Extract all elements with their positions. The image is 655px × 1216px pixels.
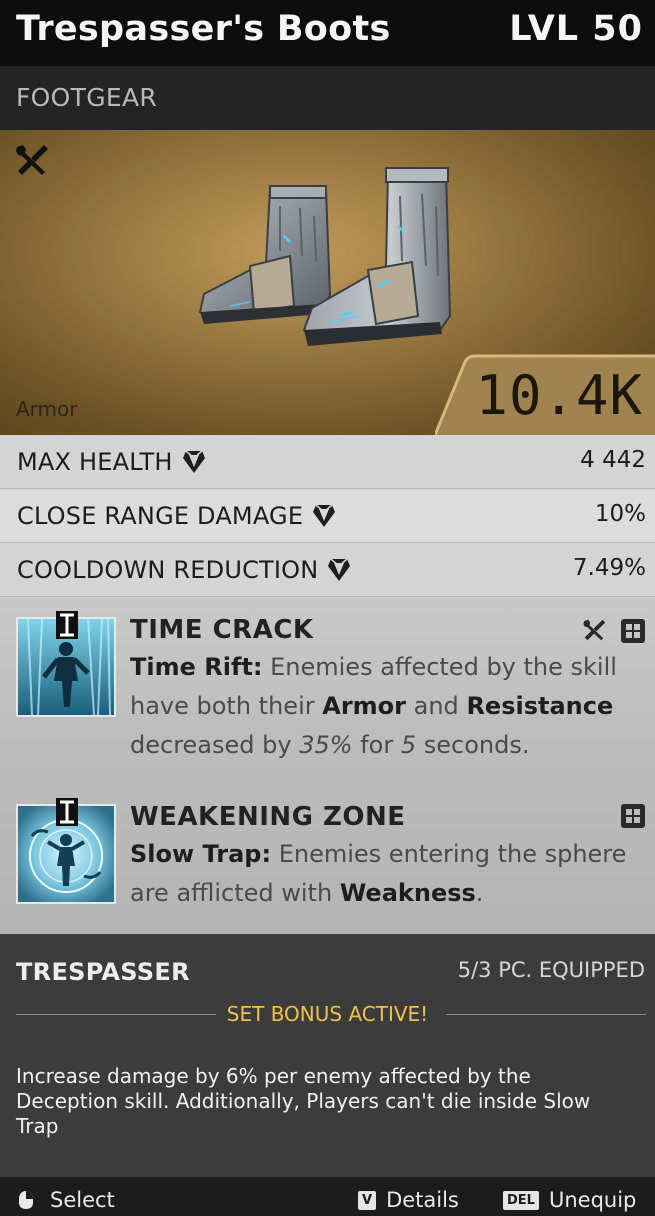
- stat-value: 4 442: [580, 447, 646, 473]
- stat-value: 7.49%: [572, 555, 646, 581]
- stat-row-cooldown-reduction[interactable]: COOLDOWN REDUCTION 7.49%: [0, 543, 655, 597]
- select-action[interactable]: Select: [16, 1188, 115, 1212]
- tier-one-icon: [56, 611, 78, 639]
- details-label: Details: [386, 1188, 459, 1212]
- unequip-action[interactable]: DEL Unequip: [503, 1188, 636, 1212]
- skill-mod-time-crack[interactable]: TIME CRACK Time Rift: Enemies affected b…: [0, 611, 655, 765]
- gem-icon: [328, 558, 351, 581]
- unequip-label: Unequip: [548, 1188, 637, 1212]
- set-equipped-count: 5/3 PC. EQUIPPED: [457, 958, 645, 982]
- armor-label: Armor: [16, 397, 78, 421]
- set-bonus-description: Increase damage by 6% per enemy affected…: [16, 1064, 591, 1138]
- set-name: TRESPASSER: [16, 958, 190, 986]
- item-level: LVL 50: [509, 9, 643, 49]
- stats-list: MAX HEALTH 4 442 CLOSE RANGE DAMAGE 10% …: [0, 435, 655, 597]
- boots-image: [198, 167, 452, 346]
- stat-row-close-range-damage[interactable]: CLOSE RANGE DAMAGE 10%: [0, 489, 655, 543]
- stat-label: COOLDOWN REDUCTION: [17, 554, 352, 584]
- item-category: FOOTGEAR: [16, 83, 158, 112]
- stat-label: CLOSE RANGE DAMAGE: [17, 500, 337, 530]
- skill-description: Time Rift: Enemies affected by the skill…: [130, 653, 617, 759]
- del-key: DEL: [503, 1191, 539, 1210]
- item-preview: Armor 10.4K: [0, 130, 655, 435]
- item-name: Trespasser's Boots: [16, 9, 391, 49]
- item-header: Trespasser's Boots LVL 50: [0, 0, 655, 66]
- tier-one-icon: [56, 798, 78, 826]
- grid-icon: [621, 804, 645, 828]
- skill-tags: [613, 804, 645, 832]
- stat-value: 10%: [594, 501, 646, 527]
- v-key: V: [358, 1191, 377, 1210]
- details-action[interactable]: V Details: [358, 1188, 459, 1212]
- skill-name: TIME CRACK: [130, 615, 314, 645]
- mouse-icon: [19, 1191, 33, 1209]
- grid-icon: [621, 619, 645, 643]
- skill-name: WEAKENING ZONE: [130, 802, 406, 832]
- skill-tags: [574, 617, 645, 647]
- stat-label: MAX HEALTH: [17, 446, 207, 476]
- skill-description: Slow Trap: Enemies entering the sphere a…: [130, 840, 627, 907]
- wrench-icon: [583, 619, 606, 641]
- set-bonus-panel: TRESPASSER 5/3 PC. EQUIPPED SET BONUS AC…: [0, 934, 655, 1177]
- skill-mods: TIME CRACK Time Rift: Enemies affected b…: [0, 597, 655, 934]
- armor-value: 10.4K: [475, 364, 643, 427]
- stat-row-max-health[interactable]: MAX HEALTH 4 442: [0, 435, 655, 489]
- gem-icon: [182, 450, 205, 473]
- select-label: Select: [50, 1188, 115, 1212]
- action-bar: Select V Details DEL Unequip: [0, 1177, 655, 1216]
- set-bonus-status: SET BONUS ACTIVE!: [226, 1002, 429, 1026]
- wrench-icon: [16, 145, 48, 175]
- item-category-bar: FOOTGEAR: [0, 66, 655, 130]
- gem-icon: [313, 504, 336, 527]
- skill-mod-weakening-zone[interactable]: WEAKENING ZONE Slow Trap: Enemies enteri…: [0, 798, 655, 917]
